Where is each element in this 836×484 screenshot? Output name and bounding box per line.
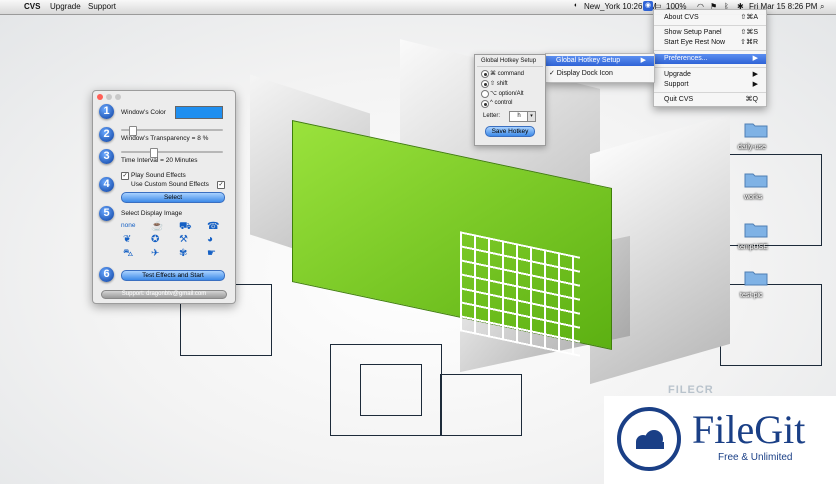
letter-label: Letter: <box>483 113 501 119</box>
phone-icon[interactable]: ☎ <box>207 221 219 232</box>
play-sound-label: Play Sound Effects <box>131 172 186 179</box>
submenu-item-global-hotkey[interactable]: Global Hotkey Setup ▶ <box>546 56 654 66</box>
cart-icon[interactable]: ⛟ <box>179 221 192 234</box>
blueprint-sketch <box>720 284 822 366</box>
global-hotkey-panel: Global Hotkey Setup ⌘ command ⇧ shift ⌥ … <box>474 54 546 146</box>
filegit-watermark: FileGit Free & Unlimited <box>604 396 836 484</box>
step-badge: 4 <box>99 177 114 192</box>
cvs-status-icon[interactable]: ◉ <box>643 1 653 11</box>
menu-separator <box>654 25 766 26</box>
step-badge: 3 <box>99 149 114 164</box>
window-color-label: Window's Color <box>121 109 166 116</box>
folder-label[interactable]: works <box>744 194 762 201</box>
blueprint-sketch <box>360 364 422 416</box>
menu-item-quit[interactable]: Quit CVS ⌘Q <box>654 95 766 105</box>
custom-sound-checkbox[interactable]: ✓ <box>217 181 225 189</box>
app-menu-cvs[interactable]: CVS <box>24 2 40 11</box>
play-sound-checkbox[interactable]: ✓ <box>121 172 129 180</box>
chevron-down-icon[interactable]: ▾ <box>527 111 536 122</box>
folder-icon[interactable] <box>744 220 768 238</box>
interval-label: Time Interval = 20 Minutes <box>121 157 198 164</box>
menu-item-preferences[interactable]: Preferences... ▶ <box>654 54 766 64</box>
menu-support[interactable]: Support <box>88 2 116 11</box>
blueprint-sketch <box>440 374 522 436</box>
menu-item-upgrade[interactable]: Upgrade ▶ <box>654 70 766 80</box>
close-icon[interactable] <box>97 94 103 100</box>
menu-item-show-setup[interactable]: Show Setup Panel ⇧⌘S <box>654 28 766 38</box>
transparency-slider[interactable] <box>121 126 223 136</box>
none-option[interactable]: none <box>121 222 135 229</box>
control-option[interactable] <box>481 100 489 108</box>
zoom-icon[interactable] <box>115 94 121 100</box>
preferences-submenu: Global Hotkey Setup ▶ ✓ Display Dock Icon <box>545 53 655 83</box>
eye-icon[interactable]: ◕ <box>207 234 213 245</box>
faint-watermark-text: FILECR <box>668 384 714 396</box>
window-color-well[interactable] <box>175 106 223 119</box>
filegit-logo-icon <box>617 407 681 471</box>
folder-icon[interactable] <box>744 170 768 188</box>
cvs-menu: About CVS ⇧⌘A Show Setup Panel ⇧⌘S Start E… <box>653 9 767 107</box>
folder-label[interactable]: daily-use <box>738 144 766 151</box>
butterfly-icon[interactable]: ✾ <box>179 248 187 259</box>
transparency-label: Window's Transparency = 8 % <box>121 135 209 142</box>
interval-slider[interactable] <box>121 148 223 158</box>
display-image-label: Select Display Image <box>121 210 183 217</box>
cvs-setup-window: 1 Window's Color 2 Window's Transparency… <box>92 90 236 304</box>
step-badge: 6 <box>99 267 114 282</box>
letter-select[interactable]: h <box>509 111 529 122</box>
custom-sound-label: Use Custom Sound Effects <box>131 181 209 188</box>
submenu-item-display-dock-icon[interactable]: ✓ Display Dock Icon <box>546 69 654 79</box>
step-badge: 1 <box>99 104 114 119</box>
bird-icon[interactable]: ❦ <box>123 234 131 245</box>
menu-item-about[interactable]: About CVS ⇧⌘A <box>654 13 766 23</box>
option-alt-option[interactable] <box>481 90 489 98</box>
car-icon[interactable]: ⛍ <box>123 248 133 261</box>
test-effects-start-button[interactable]: Test Effects and Start <box>121 270 225 281</box>
menu-item-support[interactable]: Support ▶ <box>654 80 766 90</box>
cup-icon[interactable]: ☕ <box>151 221 163 232</box>
menu-upgrade[interactable]: Upgrade <box>50 2 81 11</box>
menu-separator <box>654 92 766 93</box>
shift-option[interactable] <box>481 80 489 88</box>
save-hotkey-button[interactable]: Save Hotkey <box>485 126 535 137</box>
filegit-brand: FileGit <box>692 407 806 452</box>
star-icon[interactable]: ✪ <box>151 234 159 245</box>
folder-icon[interactable] <box>744 120 768 138</box>
filegit-tagline: Free & Unlimited <box>718 452 793 463</box>
menu-separator <box>654 67 766 68</box>
step-badge: 5 <box>99 206 114 221</box>
hand-icon[interactable]: ☛ <box>207 248 216 259</box>
folder-label[interactable]: test-pic <box>740 292 763 299</box>
spotlight-search-icon[interactable]: ⌕ <box>820 2 824 12</box>
support-email-link[interactable]: Support: dragonbtv@gmail.com <box>101 290 227 299</box>
step-badge: 2 <box>99 127 114 142</box>
menu-separator <box>654 50 766 51</box>
divider <box>477 66 543 67</box>
folder-icon[interactable] <box>744 268 768 286</box>
menu-item-start-eye-rest[interactable]: Start Eye Rest Now ⇧⌘R <box>654 38 766 48</box>
command-option-label: ⌘ command <box>490 71 525 77</box>
shift-option-label: ⇧ shift <box>490 81 508 87</box>
globe-icon: ◐ <box>574 2 579 9</box>
command-option[interactable] <box>481 70 489 78</box>
fish-icon[interactable]: ✈ <box>151 248 159 259</box>
wrench-icon[interactable]: ⚒ <box>179 234 188 245</box>
minimize-icon[interactable] <box>106 94 112 100</box>
control-option-label: ^ control <box>490 100 513 106</box>
option-alt-option-label: ⌥ option/Alt <box>490 91 524 97</box>
select-sound-button[interactable]: Select <box>121 192 225 203</box>
folder-label[interactable]: tempUSE <box>738 244 768 251</box>
hotkey-panel-title: Global Hotkey Setup <box>481 58 537 64</box>
